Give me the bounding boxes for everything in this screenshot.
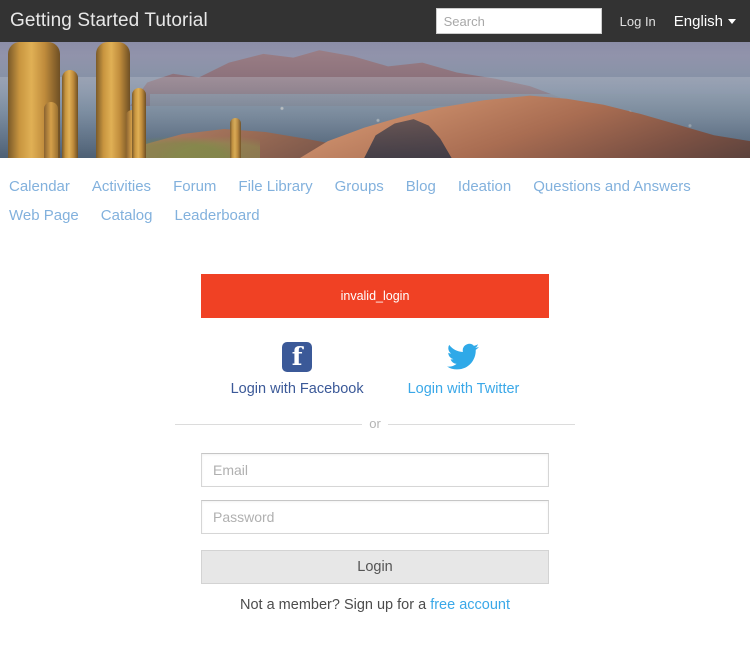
nav-item-groups[interactable]: Groups (335, 172, 406, 201)
password-field[interactable] (201, 500, 549, 534)
nav-item-web-page[interactable]: Web Page (9, 201, 101, 230)
top-bar: Getting Started Tutorial Log In English (0, 0, 750, 42)
saguaro-cactus-icon (62, 70, 78, 158)
saguaro-cactus-icon (132, 88, 146, 158)
log-in-link[interactable]: Log In (620, 14, 656, 29)
nav-item-leaderboard[interactable]: Leaderboard (174, 201, 281, 230)
error-alert-banner: invalid_login (201, 274, 549, 318)
login-panel: invalid_login Login with Facebook Login … (175, 230, 575, 613)
social-login-row: Login with Facebook Login with Twitter (201, 340, 549, 397)
nav-item-catalog[interactable]: Catalog (101, 201, 175, 230)
top-bar-right: Log In English (435, 8, 736, 34)
nav-item-file-library[interactable]: File Library (238, 172, 334, 201)
nav-item-activities[interactable]: Activities (92, 172, 173, 201)
nav-item-blog[interactable]: Blog (406, 172, 458, 201)
facebook-login-label: Login with Facebook (230, 381, 364, 397)
or-divider-label: or (362, 416, 388, 431)
nav-item-ideation[interactable]: Ideation (458, 172, 533, 201)
or-divider: or (175, 415, 575, 433)
email-field[interactable] (201, 453, 549, 487)
main-navigation: Calendar Activities Forum File Library G… (0, 158, 750, 230)
chevron-down-icon (728, 18, 736, 24)
free-account-link[interactable]: free account (430, 597, 510, 613)
nav-row: Calendar Activities Forum File Library G… (0, 172, 750, 230)
hero-desert-scrub (140, 132, 260, 158)
language-dropdown[interactable]: English (674, 13, 736, 30)
search-input[interactable] (435, 8, 602, 34)
saguaro-cactus-icon (96, 42, 130, 158)
facebook-icon (282, 340, 313, 374)
facebook-login-button[interactable]: Login with Facebook (231, 340, 364, 397)
nav-item-forum[interactable]: Forum (173, 172, 238, 201)
hero-banner-image (0, 42, 750, 158)
nav-item-questions-and-answers[interactable]: Questions and Answers (533, 172, 713, 201)
saguaro-cactus-icon (230, 118, 241, 158)
language-label: English (673, 12, 723, 30)
login-submit-button[interactable]: Login (201, 550, 549, 584)
twitter-icon (447, 340, 480, 374)
signup-prompt-text: Not a member? Sign up for a (239, 597, 431, 613)
twitter-login-label: Login with Twitter (407, 381, 520, 397)
twitter-login-button[interactable]: Login with Twitter (407, 340, 520, 397)
signup-prompt: Not a member? Sign up for a free account (201, 597, 549, 613)
page-title: Getting Started Tutorial (10, 10, 208, 31)
nav-item-calendar[interactable]: Calendar (9, 172, 92, 201)
saguaro-cactus-arm (44, 102, 58, 158)
